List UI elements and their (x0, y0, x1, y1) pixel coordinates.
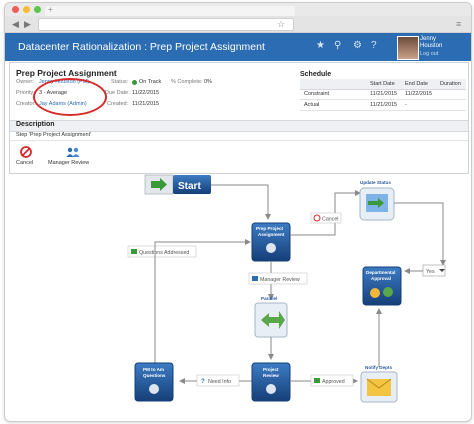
menu-icon[interactable]: ≡ (456, 18, 461, 30)
user-first-name: Jenny (420, 36, 437, 42)
departmental-approval-node[interactable]: Departmental Approval (362, 266, 402, 306)
schedule-col-duration: Duration (440, 81, 461, 87)
new-tab-button[interactable]: + (48, 5, 53, 14)
address-bar[interactable] (38, 18, 294, 31)
project-label-2: Review (263, 373, 279, 378)
prep-project-node[interactable]: Prep Project Assignment (251, 222, 291, 262)
pm-label-1: PM to Am (143, 367, 164, 372)
notify-depts-node[interactable]: Notify Depts (360, 365, 398, 403)
project-label-1: Project (263, 367, 279, 372)
status-dot-icon (132, 80, 137, 85)
task-title: Prep Project Assignment (16, 68, 117, 78)
users-icon (66, 147, 80, 157)
creator-label: Creator: (16, 101, 36, 107)
logout-link[interactable]: Log out (420, 51, 438, 57)
parallel-node[interactable]: Parallel (254, 296, 288, 338)
need-info-text: Need Info (208, 379, 231, 385)
owner-label: Owner: (16, 79, 34, 85)
questions-addressed-text: Questions Addressed (139, 250, 189, 256)
actions-divider (10, 140, 468, 141)
description-text: Step 'Prep Project Assignment' (16, 132, 92, 138)
description-title: Description (16, 121, 55, 128)
schedule-cell: - (405, 102, 407, 108)
workflow-diagram: Start Prep Project Assignment Cancel Upd… (127, 174, 446, 403)
manager-review-edge-text: Manager Review (260, 277, 300, 283)
browser-tab[interactable]: + (45, 5, 295, 16)
pin-icon[interactable]: ⚲ (334, 40, 341, 51)
schedule-cell: 11/22/2015 (405, 91, 433, 97)
created-value: 11/21/2015 (132, 101, 160, 107)
star-icon[interactable]: ★ (316, 40, 325, 51)
schedule-row-label: Actual (304, 102, 320, 108)
prep-label-1: Prep Project (256, 226, 284, 231)
due-date-label: Due Date: (105, 90, 130, 96)
status-label: Status: (111, 79, 129, 85)
need-info-label: ? Need Info (196, 374, 240, 387)
pm-label-2: Questions (143, 373, 166, 378)
parallel-label: Parallel (261, 296, 277, 301)
cancel-button[interactable]: Cancel (14, 143, 38, 171)
yes-label: Yes (426, 269, 435, 275)
app-header: Datacenter Rationalization : Prep Projec… (5, 33, 471, 61)
gear-icon[interactable]: ⚙ (353, 40, 362, 51)
user-icon (266, 243, 276, 253)
pm-questions-node[interactable]: PM to Am Questions (134, 362, 174, 402)
window-titlebar: + (5, 3, 471, 16)
priority-label: Priority: (16, 90, 35, 96)
schedule-title: Schedule (300, 71, 332, 78)
schedule-divider (300, 110, 466, 111)
forward-arrow-icon[interactable]: ▶ (24, 18, 31, 30)
start-node[interactable]: Start (144, 174, 211, 195)
browser-toolbar: ◀ ▶ ☆ ≡ (5, 16, 471, 33)
update-status-label: Update Status (360, 180, 391, 185)
complete-label: % Complete: (171, 79, 203, 85)
approved-label: Approved (310, 374, 354, 387)
schedule-cell: 11/21/2015 (370, 91, 398, 97)
complete-value: 0% (204, 79, 212, 85)
close-window-button[interactable] (12, 6, 19, 13)
cancel-label: Cancel (16, 160, 34, 166)
schedule-cell: 11/21/2015 (370, 102, 398, 108)
app-title: Datacenter Rationalization : Prep Projec… (18, 41, 265, 53)
cancel-edge-label: Cancel (310, 212, 342, 224)
manager-review-edge-label: Manager Review (248, 272, 308, 285)
description-bar (10, 120, 468, 132)
created-label: Created: (107, 101, 129, 107)
svg-text:?: ? (201, 379, 205, 385)
minimize-window-button[interactable] (23, 6, 30, 13)
yes-dropdown[interactable]: Yes (422, 264, 446, 277)
project-review-node[interactable]: Project Review (251, 362, 291, 402)
manager-review-button[interactable]: Manager Review (46, 143, 100, 171)
manager-review-label: Manager Review (48, 160, 90, 166)
schedule-divider (300, 99, 466, 100)
avatar[interactable] (397, 36, 419, 60)
due-date-value: 11/22/2015 (132, 90, 160, 96)
browser-window: + ◀ ▶ ☆ ≡ Datacenter Rationalization : P… (4, 2, 472, 422)
maximize-window-button[interactable] (34, 6, 41, 13)
status-value: On Track (139, 79, 162, 85)
cancel-edge-text: Cancel (322, 217, 339, 223)
prep-label-2: Assignment (258, 232, 285, 237)
highlight-ring (33, 78, 107, 116)
schedule-col-end: End Date (405, 81, 428, 87)
start-label: Start (178, 181, 201, 192)
dept-label-2: Approval (371, 276, 391, 281)
bookmark-star-icon[interactable]: ☆ (277, 18, 285, 30)
update-status-node[interactable]: Update Status (359, 180, 395, 221)
cancel-icon (20, 146, 32, 158)
schedule-row-label: Constraint (304, 91, 330, 97)
questions-addressed-label: Questions Addressed (127, 245, 197, 258)
approved-text: Approved (322, 379, 345, 385)
help-icon[interactable]: ? (371, 40, 377, 51)
dept-label-1: Departmental (366, 270, 395, 275)
schedule-col-start: Start Date (370, 81, 395, 87)
back-arrow-icon[interactable]: ◀ (12, 18, 19, 30)
user-last-name: Houston (420, 43, 443, 49)
